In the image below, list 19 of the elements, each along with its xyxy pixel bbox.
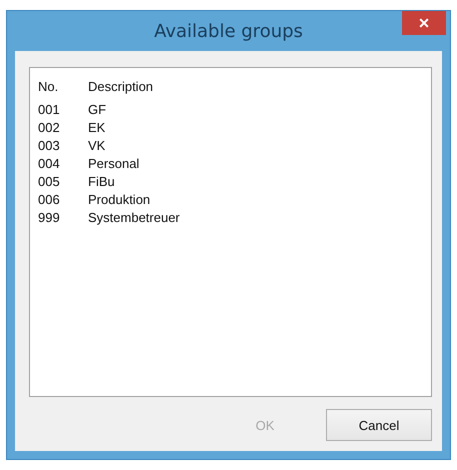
column-header: No. xyxy=(38,78,60,94)
table-cell-text: 002 xyxy=(38,120,61,134)
table-cell: Systembetreuer xyxy=(88,210,180,224)
table-cell-text: 001 xyxy=(38,102,61,116)
close-button[interactable]: × xyxy=(402,11,446,35)
table-cell: FiBu xyxy=(88,174,115,188)
table-cell-text: 005 xyxy=(38,174,61,188)
table-cell: Produktion xyxy=(88,192,150,206)
cancel-button[interactable]: Cancel xyxy=(326,409,432,441)
column-header: Description xyxy=(88,78,154,94)
table-cell-text: 003 xyxy=(38,138,61,152)
table-cell: EK xyxy=(88,120,106,134)
table-cell: VK xyxy=(88,138,106,152)
table-cell-text: 004 xyxy=(38,156,61,170)
table-cell-text: 999 xyxy=(38,210,61,224)
window-title: Available groups xyxy=(154,20,303,42)
table-cell: GF xyxy=(88,102,106,116)
table-cell-text: 006 xyxy=(38,192,61,206)
table-cell: Personal xyxy=(88,156,140,170)
